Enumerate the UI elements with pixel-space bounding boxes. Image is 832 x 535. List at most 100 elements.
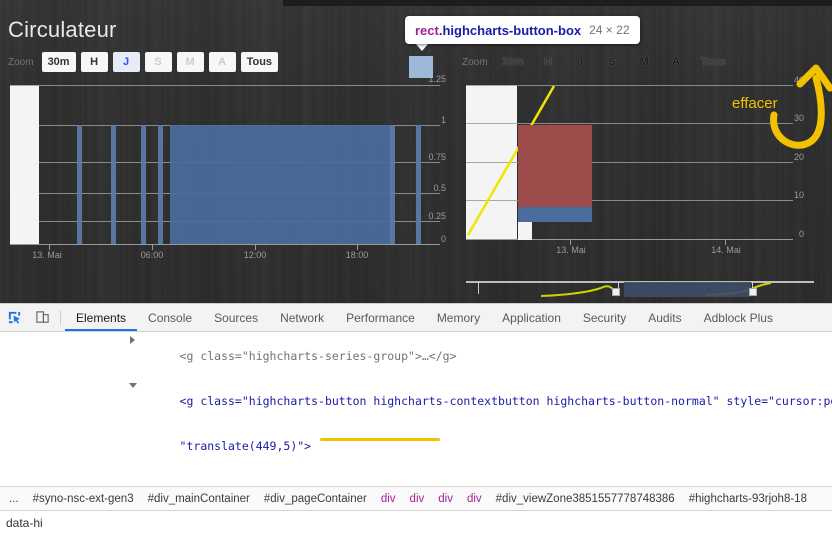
breadcrumb-item-viewzone[interactable]: #div_viewZone3851557778748386 bbox=[489, 493, 682, 505]
xtick-13mai-right: 13. Mai bbox=[556, 245, 586, 255]
x-axis-line bbox=[10, 244, 440, 245]
twisty-open-icon[interactable] bbox=[129, 383, 137, 388]
twisty-icon[interactable] bbox=[130, 336, 135, 344]
column-red bbox=[518, 125, 592, 207]
right-white-strip-2 bbox=[518, 222, 532, 240]
breadcrumb-item-syno-nsc[interactable]: #syno-nsc-ext-gen3 bbox=[26, 493, 141, 505]
range-button-30m-right[interactable]: 30m bbox=[496, 52, 530, 72]
breadcrumb-item-div-2[interactable]: div bbox=[403, 493, 432, 505]
ytick-10: 10 bbox=[793, 190, 804, 200]
device-toolbar-icon[interactable] bbox=[28, 304, 56, 331]
xtick-mark-3 bbox=[255, 244, 256, 250]
breadcrumb-item-highcharts[interactable]: #highcharts-93rjoh8-18 bbox=[682, 493, 814, 505]
range-button-a-right[interactable]: A bbox=[663, 52, 690, 72]
inspector-tooltip: rect.highcharts-button-box 24 × 22 bbox=[405, 16, 640, 44]
xtick-13mai: 13. Mai bbox=[32, 250, 62, 260]
breadcrumb-item-pagecont[interactable]: #div_pageContainer bbox=[257, 493, 374, 505]
tab-console[interactable]: Console bbox=[137, 304, 203, 331]
inspector-highlight-box bbox=[409, 56, 433, 78]
tab-performance[interactable]: Performance bbox=[335, 304, 426, 331]
xtick-mark-right-2 bbox=[725, 239, 726, 245]
rangeselector-label: Zoom bbox=[8, 56, 34, 68]
tab-security[interactable]: Security bbox=[572, 304, 637, 331]
devtools-toolbar: Elements Console Sources Network Perform… bbox=[0, 304, 832, 332]
console-drawer[interactable]: data-hi bbox=[0, 510, 832, 535]
xtick-1200: 12:00 bbox=[243, 250, 267, 260]
gridline-1p25 bbox=[10, 85, 440, 86]
breadcrumb-item-ellipsis[interactable]: ... bbox=[2, 493, 26, 505]
range-button-m[interactable]: M bbox=[176, 52, 204, 72]
left-white-strip bbox=[10, 85, 39, 245]
ytick-0: 0 bbox=[440, 234, 446, 244]
ytick-0p75: 0.75 bbox=[428, 152, 446, 162]
range-button-s-right[interactable]: S bbox=[599, 52, 626, 72]
navigator-handle-right[interactable] bbox=[749, 288, 757, 296]
dom-line-2-wrap: "translate(449,5)"> bbox=[179, 439, 312, 453]
series-area-main bbox=[170, 125, 392, 244]
tab-application[interactable]: Application bbox=[491, 304, 572, 331]
navigator-tick-1 bbox=[478, 281, 479, 294]
rangeselector-label-right: Zoom bbox=[462, 56, 488, 68]
xtick-mark-4 bbox=[357, 244, 358, 250]
devtools-tab-bar: Elements Console Sources Network Perform… bbox=[65, 304, 784, 331]
ytick-1: 1 bbox=[440, 115, 446, 125]
chart-left: Zoom 30m H J S M A Tous 1.25 1 0.75 0.5 … bbox=[0, 0, 450, 303]
tab-elements[interactable]: Elements bbox=[65, 304, 137, 331]
inspect-element-icon[interactable] bbox=[0, 304, 28, 331]
range-button-30m[interactable]: 30m bbox=[41, 52, 76, 72]
dom-node-button-group[interactable]: <g class="highcharts-button highcharts-c… bbox=[0, 379, 832, 424]
status-text: data-hi bbox=[6, 516, 43, 530]
breadcrumb-item-div-1[interactable]: div bbox=[374, 493, 403, 505]
series-band-2 bbox=[111, 125, 116, 244]
web-page-viewport: Circulateur Zoom 30m H J S M A Tous 1.25… bbox=[0, 0, 832, 303]
breadcrumb: ... #syno-nsc-ext-gen3 #div_mainContaine… bbox=[0, 486, 832, 510]
dom-line-2: <g class="highcharts-button highcharts-c… bbox=[179, 394, 832, 408]
series-band-3 bbox=[141, 125, 146, 244]
annotation-arrow-icon bbox=[770, 64, 832, 149]
chart-right: Zoom 30m H J S M A Tous 40 30 20 10 0 13… bbox=[452, 0, 832, 303]
dom-node-title[interactable]: <title>Chart context menu</title> bbox=[0, 469, 832, 486]
breadcrumb-item-main[interactable]: #div_mainContainer bbox=[141, 493, 257, 505]
xtick-mark-2 bbox=[152, 244, 153, 250]
column-blue bbox=[518, 207, 592, 222]
dom-node-series-group[interactable]: <g class="highcharts-series-group">…</g> bbox=[0, 334, 832, 379]
navigator-handle-left[interactable] bbox=[612, 288, 620, 296]
range-button-m-right[interactable]: M bbox=[631, 52, 658, 72]
range-button-a[interactable]: A bbox=[208, 52, 236, 72]
range-button-tous[interactable]: Tous bbox=[240, 52, 279, 72]
series-band-1 bbox=[77, 125, 82, 244]
inspector-tooltip-pointer bbox=[415, 43, 429, 51]
range-button-h[interactable]: H bbox=[80, 52, 108, 72]
chart-right-navigator[interactable] bbox=[466, 272, 814, 298]
range-button-s[interactable]: S bbox=[144, 52, 172, 72]
xtick-mark-right-1 bbox=[570, 239, 571, 245]
xtick-0600: 06:00 bbox=[140, 250, 164, 260]
tab-sources[interactable]: Sources bbox=[203, 304, 269, 331]
range-button-tous-right[interactable]: Tous bbox=[695, 52, 732, 72]
tab-adblock-plus[interactable]: Adblock Plus bbox=[693, 304, 784, 331]
toolbar-divider bbox=[60, 310, 61, 325]
ytick-0: 0 bbox=[798, 229, 804, 239]
tab-network[interactable]: Network bbox=[269, 304, 335, 331]
navigator-selected-range[interactable] bbox=[624, 282, 751, 297]
range-button-j[interactable]: J bbox=[112, 52, 140, 72]
dom-tree[interactable]: <g class="highcharts-series-group">…</g>… bbox=[0, 332, 832, 486]
tab-audits[interactable]: Audits bbox=[637, 304, 692, 331]
breadcrumb-item-div-4[interactable]: div bbox=[460, 493, 489, 505]
tab-memory[interactable]: Memory bbox=[426, 304, 491, 331]
dom-line-1: <g class="highcharts-series-group">…</g> bbox=[179, 349, 457, 363]
series-band-4 bbox=[158, 125, 163, 244]
chart-right-rangeselector: Zoom 30m H J S M A Tous bbox=[462, 52, 732, 72]
chart-left-rangeselector: Zoom 30m H J S M A Tous bbox=[8, 52, 279, 72]
series-band-5 bbox=[390, 125, 395, 244]
inspector-dimensions: 24 × 22 bbox=[589, 23, 630, 37]
breadcrumb-item-div-3[interactable]: div bbox=[431, 493, 460, 505]
devtools-panel: Elements Console Sources Network Perform… bbox=[0, 303, 832, 535]
inspector-tag-name: rect bbox=[415, 22, 439, 38]
range-button-h-right[interactable]: H bbox=[535, 52, 562, 72]
xtick-1800: 18:00 bbox=[345, 250, 369, 260]
range-button-j-right[interactable]: J bbox=[567, 52, 594, 72]
chart-left-plot-area[interactable]: 1.25 1 0.75 0.5 0.25 0 13. Mai 06:00 12:… bbox=[10, 74, 446, 260]
ytick-0p5: 0.5 bbox=[433, 183, 446, 193]
annotation-underline bbox=[320, 438, 440, 441]
